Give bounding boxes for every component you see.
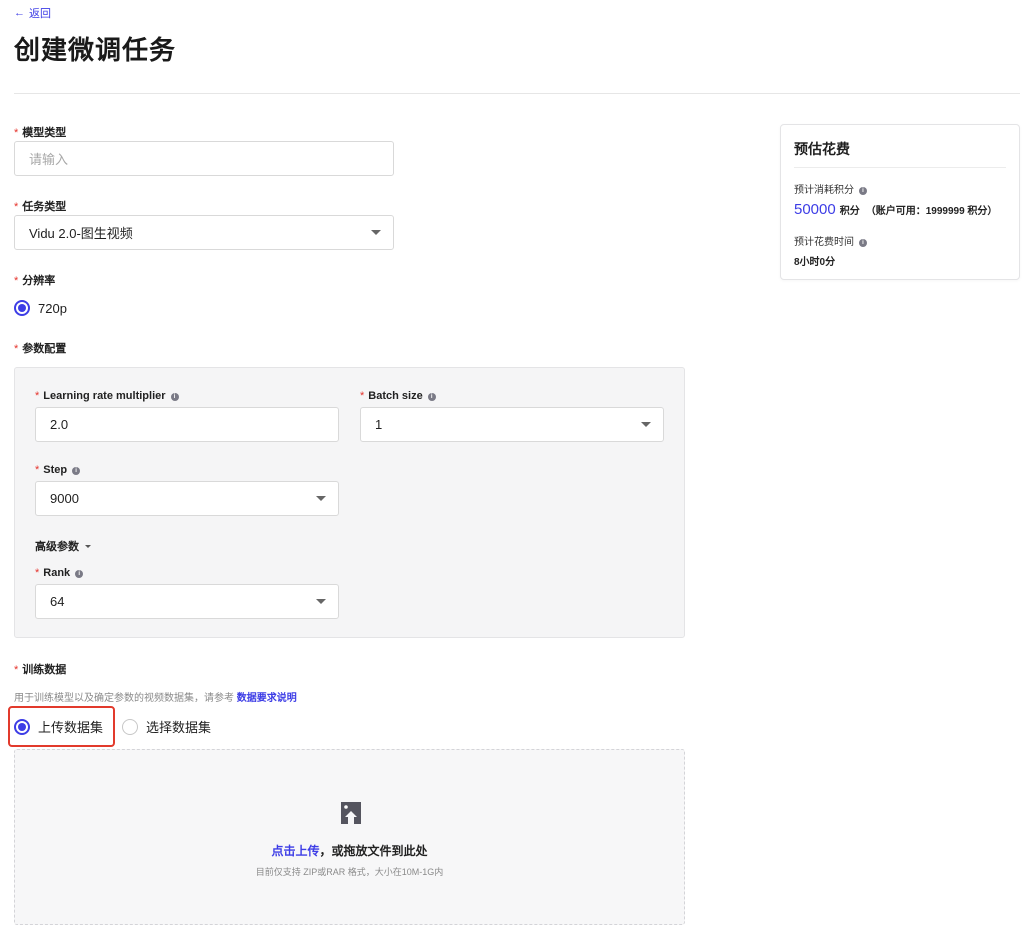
- cost-divider: [794, 167, 1006, 168]
- caret-down-icon: [85, 544, 91, 548]
- info-icon: i: [859, 239, 867, 247]
- required-mark: *: [35, 390, 40, 402]
- model-type-input[interactable]: 请输入: [14, 141, 394, 176]
- resolution-option-label: 720p: [38, 300, 67, 316]
- time-label: 预计花费时间 i: [794, 233, 867, 248]
- caret-down-icon: [641, 422, 651, 427]
- params-label: * 参数配置: [14, 343, 67, 355]
- caret-down-icon: [316, 599, 326, 604]
- points-available: （账户可用：1999999 积分）: [865, 206, 998, 217]
- points-value: 50000: [794, 201, 836, 218]
- caret-down-icon: [371, 230, 381, 235]
- batch-size-select[interactable]: 1: [360, 407, 664, 442]
- upload-image-icon: [341, 802, 361, 824]
- upload-subtitle: 目前仅支持 ZIP或RAR 格式，大小在10M-1G内: [255, 867, 444, 877]
- info-icon: i: [72, 467, 81, 475]
- upload-dataset-label: 上传数据集: [38, 720, 104, 735]
- learning-rate-value: 2.0: [50, 417, 69, 432]
- learning-rate-label: * Learning rate multiplier i: [35, 390, 179, 402]
- task-type-label: * 任务类型: [14, 201, 67, 213]
- info-icon: i: [859, 187, 867, 195]
- info-icon: i: [427, 393, 436, 401]
- info-icon: i: [170, 393, 179, 401]
- params-panel: * Learning rate multiplier i 2.0 * Batch si…: [14, 367, 685, 638]
- rank-label: * Rank i: [35, 567, 84, 579]
- required-mark: *: [35, 567, 40, 579]
- step-select[interactable]: 9000: [35, 481, 339, 516]
- model-type-placeholder: 请输入: [29, 152, 69, 167]
- select-dataset-label: 选择数据集: [146, 720, 212, 735]
- required-mark: *: [14, 127, 19, 139]
- upload-click-link[interactable]: 点击上传: [271, 844, 319, 858]
- required-mark: *: [14, 664, 19, 676]
- radio-unchecked-icon: [122, 718, 138, 735]
- caret-down-icon: [316, 496, 326, 501]
- radio-checked-icon: [14, 718, 30, 735]
- batch-size-label: * Batch size i: [360, 390, 436, 402]
- points-value-row: 50000 积分 （账户可用：1999999 积分）: [794, 201, 997, 218]
- required-mark: *: [360, 390, 365, 402]
- step-label: * Step i: [35, 464, 81, 476]
- rank-select[interactable]: 64: [35, 584, 339, 619]
- training-data-label: * 训练数据: [14, 664, 67, 676]
- step-value: 9000: [50, 491, 79, 506]
- info-icon: i: [75, 570, 84, 578]
- points-label: 预计消耗积分 i: [794, 181, 867, 196]
- learning-rate-input[interactable]: 2.0: [35, 407, 339, 442]
- required-mark: *: [14, 201, 19, 213]
- advanced-params-label: 高级参数: [35, 541, 79, 553]
- model-type-label: * 模型类型: [14, 127, 67, 139]
- resolution-radio-720p[interactable]: 720p: [14, 300, 67, 316]
- arrow-left-icon: ←: [14, 7, 25, 19]
- required-mark: *: [35, 464, 40, 476]
- back-label: 返回: [29, 8, 51, 20]
- rank-value: 64: [50, 594, 65, 609]
- batch-size-value: 1: [375, 417, 383, 432]
- header-divider: [14, 93, 1020, 94]
- page-title: 创建微调任务: [14, 35, 177, 65]
- upload-title: 点击上传，或拖放文件到此处: [271, 844, 428, 858]
- cost-title: 预估花费: [794, 141, 850, 157]
- upload-dropzone[interactable]: 点击上传，或拖放文件到此处 目前仅支持 ZIP或RAR 格式，大小在10M-1G…: [14, 749, 685, 925]
- radio-checked-icon: [14, 300, 30, 316]
- advanced-params-toggle[interactable]: 高级参数: [35, 538, 91, 554]
- resolution-label: * 分辨率: [14, 275, 56, 287]
- points-unit: 积分: [839, 206, 860, 217]
- time-value: 8小时0分: [794, 257, 836, 268]
- training-data-hint: 用于训练模型以及确定参数的视频数据集，请参考 数据要求说明: [14, 693, 297, 704]
- back-link[interactable]: ← 返回: [14, 5, 51, 21]
- task-type-value: Vidu 2.0-图生视频: [29, 226, 133, 241]
- required-mark: *: [14, 275, 19, 287]
- upload-dataset-radio[interactable]: 上传数据集: [14, 717, 103, 736]
- required-mark: *: [14, 343, 19, 355]
- cost-estimate-card: 预估花费 预计消耗积分 i 50000 积分 （账户可用：1999999 积分） …: [780, 124, 1020, 280]
- task-type-select[interactable]: Vidu 2.0-图生视频: [14, 215, 394, 250]
- data-requirements-link[interactable]: 数据要求说明: [237, 693, 297, 704]
- select-dataset-radio[interactable]: 选择数据集: [122, 717, 211, 736]
